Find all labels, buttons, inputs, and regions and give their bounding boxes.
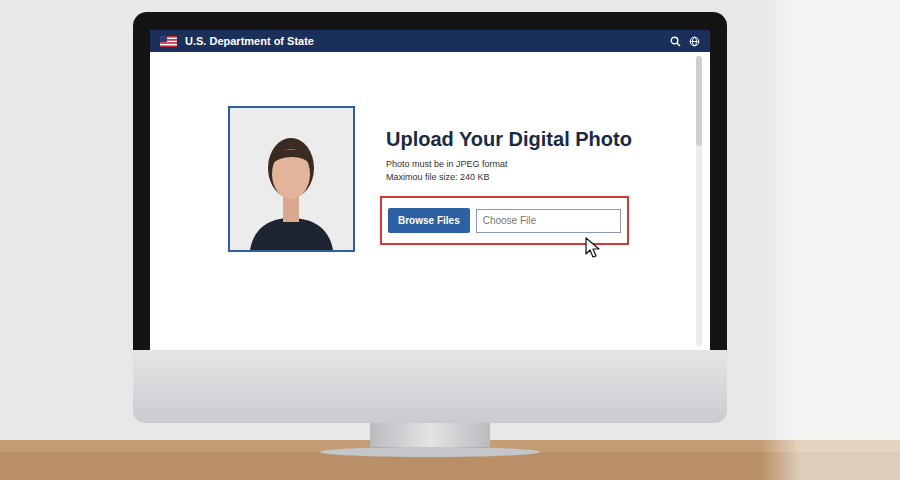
requirement: Photo must be in JPEG format bbox=[386, 158, 632, 171]
upload-title: Upload Your Digital Photo bbox=[386, 126, 632, 152]
site-header: U.S. Department of State bbox=[150, 30, 710, 52]
scene: U.S. Department of State bbox=[0, 0, 900, 480]
browse-button[interactable]: Browse Files bbox=[388, 208, 470, 233]
file-input[interactable] bbox=[476, 209, 621, 233]
scrollbar[interactable] bbox=[696, 56, 702, 346]
upload-panel: Upload Your Digital Photo Photo must be … bbox=[386, 106, 632, 245]
requirement: Maximou file size: 240 KB bbox=[386, 171, 632, 184]
monitor: U.S. Department of State bbox=[133, 0, 727, 457]
site-title[interactable]: U.S. Department of State bbox=[185, 35, 314, 47]
mouse-cursor-icon bbox=[585, 237, 601, 259]
portrait-photo bbox=[228, 106, 355, 252]
search-icon[interactable] bbox=[670, 36, 681, 47]
upload-controls: Browse Files bbox=[380, 196, 629, 245]
language-icon[interactable] bbox=[689, 36, 700, 47]
upload-page: Upload Your Digital Photo Photo must be … bbox=[150, 52, 710, 350]
us-flag-icon bbox=[160, 36, 177, 47]
screen: U.S. Department of State bbox=[150, 30, 710, 350]
